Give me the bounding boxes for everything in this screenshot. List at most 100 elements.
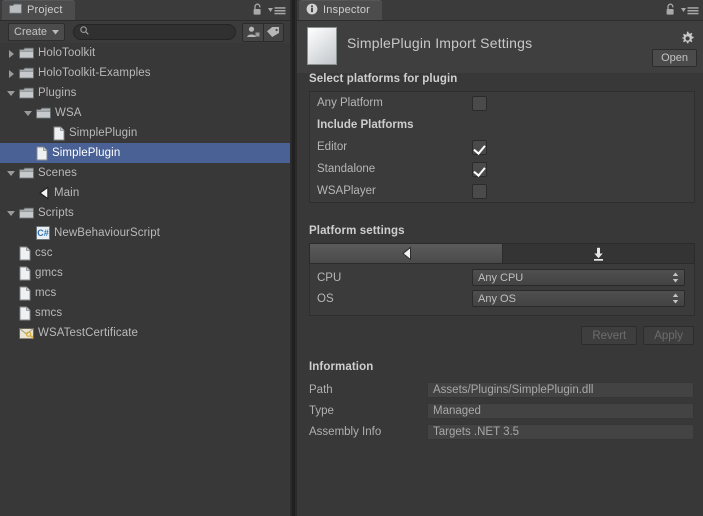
platform-row-wsaplayer[interactable]: WSAPlayer (310, 180, 694, 202)
tree-item-holotoolkit[interactable]: HoloToolkit (0, 43, 290, 63)
label-filter-button[interactable] (263, 22, 284, 42)
search-field[interactable] (73, 24, 237, 40)
chevron-down-icon[interactable] (6, 88, 17, 99)
tree-item-icon (19, 286, 31, 301)
any-platform-row[interactable]: Any Platform (310, 92, 694, 114)
info-label-assembly: Assembly Info (309, 425, 382, 438)
tree-item-holotoolkit-examples[interactable]: HoloToolkit-Examples (0, 63, 290, 83)
tree-item-gmcs[interactable]: gmcs (0, 263, 290, 283)
tree-item-icon (19, 246, 31, 261)
no-chevron-spacer (6, 288, 17, 299)
favorite-filter-button[interactable] (242, 22, 264, 42)
platform-checkbox-standalone[interactable] (472, 161, 487, 177)
chevron-down-icon[interactable] (6, 168, 17, 179)
tree-item-scripts[interactable]: Scripts (0, 203, 290, 223)
tree-item-simpleplugin[interactable]: SimplePlugin (0, 143, 290, 163)
tree-item-icon (36, 146, 48, 161)
favorite-icon (246, 26, 260, 37)
tree-item-label: Plugins (38, 87, 77, 99)
tree-item-simpleplugin[interactable]: SimplePlugin (0, 123, 290, 143)
tree-item-label: HoloToolkit (38, 47, 96, 59)
cpu-dropdown[interactable]: Any CPU (472, 269, 685, 286)
platform-settings-tabs (309, 243, 695, 264)
unity-editor-window: Project Create HoloToolkit HoloToolkit-E… (0, 0, 703, 516)
inspector-body: Select platforms for plugin Any Platform… (297, 73, 703, 516)
tree-item-label: gmcs (35, 267, 63, 279)
folder-icon (19, 207, 34, 219)
tree-item-plugins[interactable]: Plugins (0, 83, 290, 103)
os-row: OS Any OS (310, 288, 694, 309)
project-toolbar: Create (0, 21, 290, 44)
platform-row-standalone[interactable]: Standalone (310, 158, 694, 180)
any-platform-label: Any Platform (317, 97, 383, 109)
tree-item-label: WSATestCertificate (38, 327, 138, 339)
tree-item-wsatestcertificate[interactable]: WSATestCertificate (0, 323, 290, 343)
menu-icon[interactable] (681, 5, 699, 18)
tree-item-label: SimplePlugin (69, 127, 138, 139)
include-platforms-label: Include Platforms (317, 119, 414, 131)
apply-button-label: Apply (654, 329, 683, 342)
project-tree[interactable]: HoloToolkit HoloToolkit-Examples Plugins WS… (0, 43, 290, 516)
dll-file-icon (307, 27, 337, 65)
project-tabbar-actions (252, 3, 286, 19)
tree-item-mcs[interactable]: mcs (0, 283, 290, 303)
tree-item-icon (19, 87, 34, 99)
lock-icon[interactable] (252, 3, 263, 19)
no-chevron-spacer (6, 248, 17, 259)
tree-item-icon: C# (36, 226, 50, 240)
tree-item-label: NewBehaviourScript (54, 227, 160, 239)
tree-item-scenes[interactable]: Scenes (0, 163, 290, 183)
platform-checkbox-wsaplayer[interactable] (472, 183, 487, 199)
folder-icon (36, 107, 51, 119)
platform-checkbox-editor[interactable] (472, 139, 487, 155)
platform-tab-standalone[interactable] (502, 243, 695, 264)
revert-button[interactable]: Revert (581, 326, 638, 345)
tree-item-icon (19, 67, 34, 79)
unity-icon (39, 186, 49, 200)
tree-item-icon (19, 167, 34, 179)
tab-inspector-label: Inspector (323, 4, 371, 16)
tree-item-csc[interactable]: csc (0, 243, 290, 263)
info-value-type: Managed (427, 402, 694, 419)
os-dropdown[interactable]: Any OS (472, 290, 685, 307)
panel-divider[interactable] (290, 0, 297, 516)
tree-item-label: mcs (35, 287, 57, 299)
chevron-down-icon[interactable] (23, 108, 34, 119)
file-icon (19, 306, 31, 320)
platform-row-editor[interactable]: Editor (310, 136, 694, 158)
tab-inspector[interactable]: Inspector (299, 0, 383, 20)
open-button[interactable]: Open (652, 49, 697, 67)
tree-item-smcs[interactable]: smcs (0, 303, 290, 323)
menu-icon[interactable] (268, 5, 286, 18)
os-label: OS (317, 292, 334, 305)
inspector-panel: Inspector SimplePlugin Import Settings O… (297, 0, 703, 516)
apply-button[interactable]: Apply (643, 326, 694, 345)
chevron-right-icon[interactable] (6, 48, 17, 59)
platform-tab-editor[interactable] (309, 243, 503, 264)
tree-item-icon (19, 207, 34, 219)
tree-item-wsa[interactable]: WSA (0, 103, 290, 123)
gear-icon[interactable] (680, 31, 695, 49)
inspector-tabbar-actions (665, 3, 699, 19)
any-platform-checkbox[interactable] (472, 95, 487, 111)
information-rows: Path Assets/Plugins/SimplePlugin.dll Typ… (309, 379, 703, 442)
no-chevron-spacer (6, 308, 17, 319)
tree-item-label: Scenes (38, 167, 77, 179)
search-input[interactable] (93, 25, 230, 39)
tree-item-label: SimplePlugin (52, 147, 121, 159)
chevron-down-icon[interactable] (6, 208, 17, 219)
lock-icon[interactable] (665, 3, 676, 19)
tree-item-icon (19, 266, 31, 281)
chevron-right-icon[interactable] (6, 68, 17, 79)
tree-item-main[interactable]: Main (0, 183, 290, 203)
info-row-assembly: Assembly Info Targets .NET 3.5 (309, 421, 703, 442)
information-title: Information (309, 361, 374, 373)
tree-item-icon (53, 126, 65, 141)
no-chevron-spacer (6, 268, 17, 279)
tree-item-newbehaviourscript[interactable]: C# NewBehaviourScript (0, 223, 290, 243)
tab-project[interactable]: Project (2, 0, 75, 20)
info-label-path: Path (309, 383, 333, 396)
tree-item-label: Scripts (38, 207, 74, 219)
create-button[interactable]: Create (8, 23, 66, 41)
info-value-assembly: Targets .NET 3.5 (427, 423, 694, 440)
